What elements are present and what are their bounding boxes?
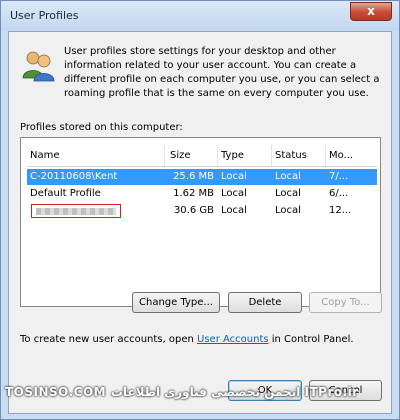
profile-modified: 7/... — [329, 171, 349, 182]
change-type-button[interactable]: Change Type... — [132, 292, 220, 313]
column-header-modified[interactable]: Mo... — [326, 145, 377, 166]
profile-status: Local — [275, 171, 301, 182]
profile-modified: 6/... — [329, 188, 349, 199]
profiles-list[interactable]: Name Size Type Status Mo... C-20110608\K… — [20, 137, 381, 307]
blurred-text — [36, 208, 116, 215]
users-icon — [22, 51, 55, 82]
window-title: User Profiles — [10, 9, 79, 22]
footer-text: To create new user accounts, open User A… — [20, 334, 354, 345]
profile-status: Local — [275, 188, 301, 199]
profile-type: Local — [221, 188, 247, 199]
profile-type: Local — [221, 205, 247, 216]
column-header-name[interactable]: Name — [27, 145, 165, 166]
delete-button[interactable]: Delete — [228, 292, 302, 313]
column-header-size[interactable]: Size — [165, 145, 218, 166]
table-row[interactable]: Default Profile 1.62 MB Local Local 6/..… — [27, 186, 377, 202]
profiles-caption: Profiles stored on this computer: — [20, 122, 183, 133]
title-bar[interactable]: User Profiles x — [1, 1, 399, 31]
table-row[interactable]: C-20110608\Kent 25.6 MB Local Local 7/..… — [27, 169, 377, 185]
close-icon: x — [367, 4, 375, 18]
column-header-type[interactable]: Type — [218, 145, 272, 166]
intro-text: User profiles store settings for your de… — [64, 46, 380, 99]
profile-name-redacted — [27, 203, 165, 219]
table-row[interactable]: 30.6 GB Local Local 12... — [27, 203, 377, 219]
redaction-box — [31, 204, 121, 218]
user-accounts-link[interactable]: User Accounts — [197, 334, 269, 345]
column-header-status[interactable]: Status — [272, 145, 326, 166]
dialog-body: User profiles store settings for your de… — [8, 31, 392, 414]
profile-size: 1.62 MB — [173, 188, 214, 199]
profile-type: Local — [221, 171, 247, 182]
profile-size: 25.6 MB — [173, 171, 214, 182]
list-header: Name Size Type Status Mo... — [27, 145, 377, 167]
copy-to-button[interactable]: Copy To... — [309, 292, 382, 313]
profile-name: Default Profile — [30, 188, 101, 199]
profile-name: C-20110608\Kent — [30, 171, 118, 182]
close-button[interactable]: x — [350, 2, 392, 21]
profile-size: 30.6 GB — [173, 205, 214, 216]
watermark-text: TOSINSO.COM انجمن تخصصی فناوری اطلاعات I… — [5, 385, 359, 399]
profile-modified: 12... — [329, 205, 352, 216]
footer-suffix: in Control Panel. — [268, 334, 354, 345]
footer-prefix: To create new user accounts, open — [20, 334, 198, 345]
user-profiles-window: User Profiles x User profiles store sett… — [0, 0, 400, 420]
profile-status: Local — [275, 205, 301, 216]
